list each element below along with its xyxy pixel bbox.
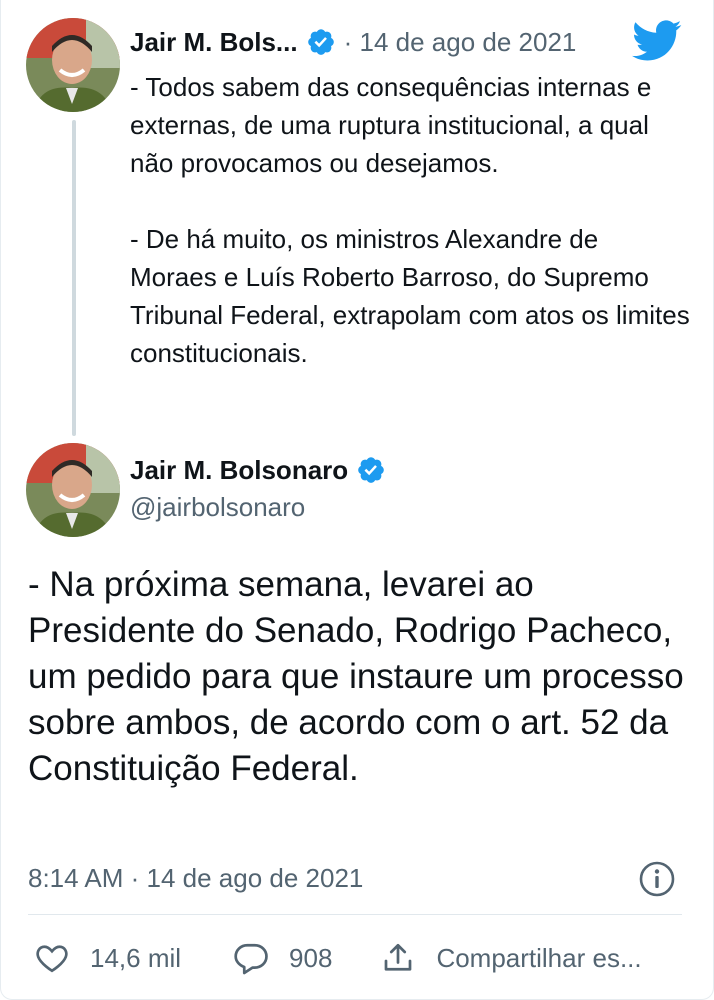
main-tweet-header: Jair M. Bolsonaro [130,450,386,490]
divider [28,914,682,915]
main-author-avatar[interactable] [26,443,120,537]
parent-paragraph-2: - De há muito, os ministros Alexandre de… [130,224,690,368]
tweet-card: Jair M. Bols... · 14 de ago de 2021 - To… [0,0,714,1000]
share-button[interactable]: Compartilhar es... [380,940,642,976]
twitter-bird-icon[interactable] [632,20,682,62]
thread-line [72,120,76,436]
verified-icon [306,27,336,57]
parent-tweet-header: Jair M. Bols... · 14 de ago de 2021 [130,22,576,62]
parent-tweet-text: - Todos sabem das consequências internas… [130,68,690,372]
parent-author-avatar[interactable] [26,18,120,112]
like-button[interactable]: 14,6 mil [34,940,181,976]
parent-paragraph-1: - Todos sabem das consequências internas… [130,72,652,178]
main-tweet-timestamp[interactable]: 8:14 AM · 14 de ago de 2021 [28,858,363,898]
action-bar: 14,6 mil 908 Compartilhar es... [28,936,642,980]
parent-author-name[interactable]: Jair M. Bols... [130,27,298,58]
parent-tweet-date[interactable]: · 14 de ago de 2021 [344,27,577,58]
main-tweet-text: - Na próxima semana, levarei ao Presiden… [28,565,684,788]
info-icon[interactable] [638,860,676,898]
heart-icon [36,945,68,973]
verified-icon [356,455,386,485]
main-author-name[interactable]: Jair M. Bolsonaro [130,455,348,486]
share-icon [385,943,412,971]
main-author-handle[interactable]: @jairbolsonaro [130,492,305,523]
reply-count: 908 [289,942,333,973]
share-label: Compartilhar es... [436,942,642,973]
reply-bubble-icon [234,943,268,975]
like-count: 14,6 mil [90,942,182,973]
reply-button[interactable]: 908 [233,940,332,976]
